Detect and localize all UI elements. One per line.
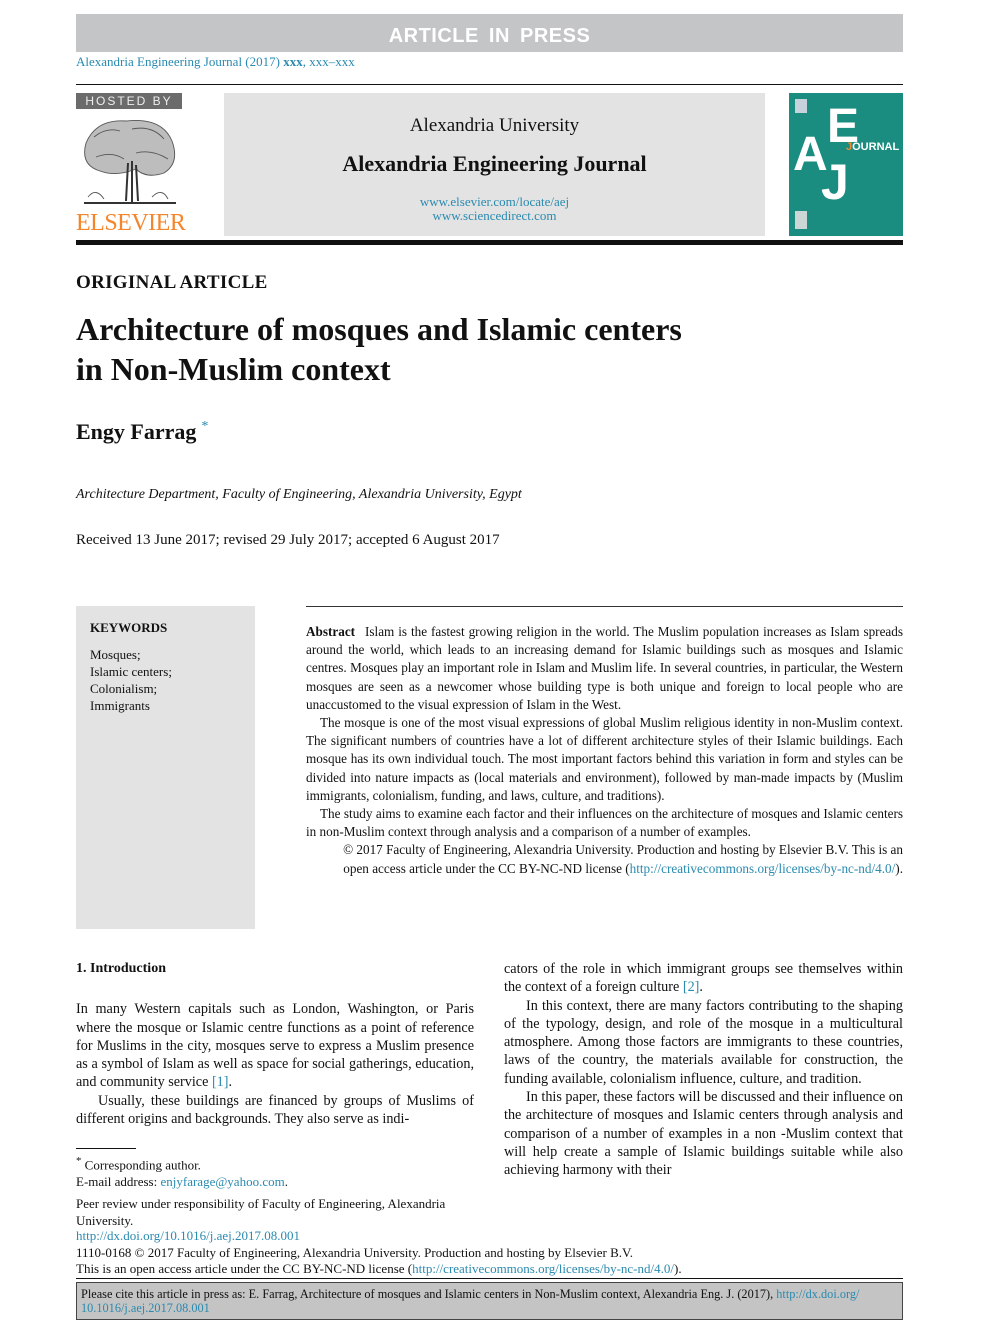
masthead-rule xyxy=(76,240,903,245)
email-link[interactable]: enjyfarage@yahoo.com xyxy=(160,1174,284,1189)
corresponding-author-note: * Corresponding author. xyxy=(76,1155,201,1173)
citation-text: Please cite this article in press as: E.… xyxy=(81,1287,777,1301)
abstract-copyright: © 2017 Faculty of Engineering, Alexandri… xyxy=(343,842,903,876)
hosted-by-label: HOSTED BY xyxy=(76,93,182,109)
elsevier-logo: ELSEVIER xyxy=(76,210,186,236)
corresponding-author-link[interactable]: * xyxy=(201,419,208,434)
section-heading: 1. Introduction xyxy=(76,961,166,976)
reference-link[interactable]: [1] xyxy=(212,1074,229,1090)
keyword: Colonialism; xyxy=(90,681,158,696)
doi-link[interactable]: http://dx.doi.org/10.1016/j.aej.2017.08.… xyxy=(76,1228,300,1243)
license-line: This is an open access article under the… xyxy=(76,1261,682,1276)
journal-line-text: Alexandria Engineering Journal (2017) xyxy=(76,54,284,69)
journal-masthead: Alexandria University Alexandria Enginee… xyxy=(224,93,765,236)
email-note: E-mail address: enjyfarage@yahoo.com. xyxy=(76,1173,288,1189)
doi-block: http://dx.doi.org/10.1016/j.aej.2017.08.… xyxy=(76,1228,906,1278)
article-in-press-banner: ARTICLE IN PRESS xyxy=(76,14,903,52)
body-column-right: cators of the role in which immigrant gr… xyxy=(504,960,903,1180)
keyword: Mosques; xyxy=(90,647,141,662)
license-link[interactable]: http://creativecommons.org/licenses/by-n… xyxy=(412,1261,674,1276)
issn-line: 1110-0168 © 2017 Faculty of Engineering,… xyxy=(76,1244,634,1260)
keyword: Immigrants xyxy=(90,698,150,713)
body-paragraph: Usually, these buildings are financed by… xyxy=(76,1092,474,1128)
citation-box: Please cite this article in press as: E.… xyxy=(76,1282,903,1320)
abstract-rule xyxy=(306,606,903,607)
abstract: Abstract Islam is the fastest growing re… xyxy=(306,623,903,878)
elsevier-tree-icon xyxy=(84,119,176,204)
citation-doi-link[interactable]: 10.1016/j.aej.2017.08.001 xyxy=(81,1301,210,1315)
affiliation: Architecture Department, Faculty of Engi… xyxy=(76,487,522,502)
reference-link[interactable]: [2] xyxy=(683,979,700,995)
university-name: Alexandria University xyxy=(409,115,580,136)
sciencedirect-link[interactable]: www.sciencedirect.com xyxy=(432,208,556,223)
author-name: Engy Farrag xyxy=(76,419,197,444)
journal-url-link[interactable]: www.elsevier.com/locate/aej xyxy=(420,194,569,209)
citation-doi-link[interactable]: http://dx.doi.org/ xyxy=(776,1287,859,1301)
keyword: Islamic centers; xyxy=(90,664,172,679)
journal-line-pages: , xxx–xxx xyxy=(302,54,355,69)
cover-elsevier-icon xyxy=(795,211,807,229)
license-link[interactable]: http://creativecommons.org/licenses/by-n… xyxy=(630,861,896,876)
title-line-1: Architecture of mosques and Islamic cent… xyxy=(76,311,682,347)
abstract-label: Abstract xyxy=(306,624,356,639)
abstract-paragraph: The mosque is one of the most visual exp… xyxy=(306,715,903,803)
article-type: ORIGINAL ARTICLE xyxy=(76,272,268,293)
body-paragraph: cators of the role in which immigrant gr… xyxy=(504,961,903,996)
body-column-left: 1. Introduction In many Western capitals… xyxy=(76,960,474,1128)
footnotes: * Corresponding author. E-mail address: … xyxy=(76,1153,476,1229)
abstract-paragraph: The study aims to examine each factor an… xyxy=(306,806,903,840)
footer-rule xyxy=(76,1278,903,1279)
header-rule xyxy=(76,84,903,85)
article-dates: Received 13 June 2017; revised 29 July 2… xyxy=(76,532,500,548)
journal-line-volume: xxx xyxy=(283,54,303,69)
body-paragraph: In this paper, these factors will be dis… xyxy=(504,1089,903,1179)
keywords-box: KEYWORDS Mosques; Islamic centers; Colon… xyxy=(76,606,255,929)
footnote-rule xyxy=(76,1148,136,1149)
keywords-heading: KEYWORDS xyxy=(90,620,168,635)
author: Engy Farrag * xyxy=(76,419,208,445)
peer-review-note: Peer review under responsibility of Facu… xyxy=(76,1196,446,1228)
title-line-2: in Non-Muslim context xyxy=(76,351,391,387)
journal-cover-image: A E J JOURNAL xyxy=(789,93,903,236)
body-paragraph: In this context, there are many factors … xyxy=(504,997,903,1087)
cover-journal-word: JOURNAL xyxy=(846,141,900,153)
journal-citation-line[interactable]: Alexandria Engineering Journal (2017) xx… xyxy=(76,54,355,70)
journal-name: Alexandria Engineering Journal xyxy=(342,151,647,176)
abstract-paragraph: Islam is the fastest growing religion in… xyxy=(306,624,903,712)
cover-letter-j: J xyxy=(821,154,849,210)
university-badge-icon xyxy=(795,99,807,113)
body-paragraph: In many Western capitals such as London,… xyxy=(76,1001,474,1091)
article-title: Architecture of mosques and Islamic cent… xyxy=(76,309,776,389)
